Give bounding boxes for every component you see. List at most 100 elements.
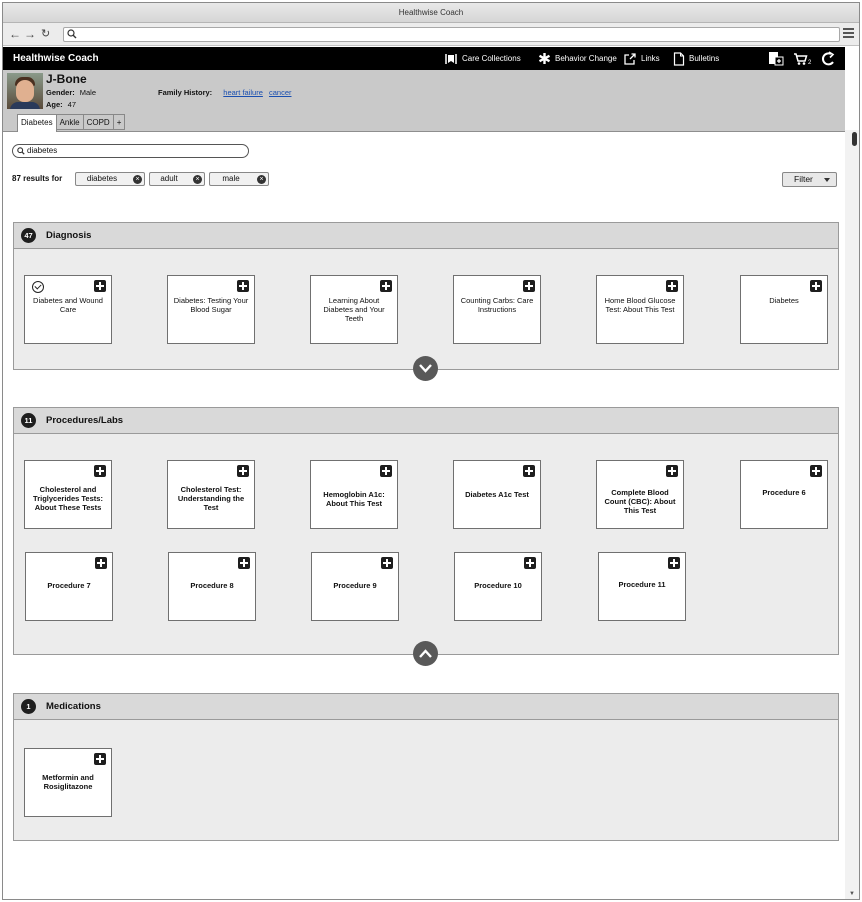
cart-icon: [794, 52, 808, 65]
reload-icon[interactable]: ↻: [41, 27, 50, 41]
add-icon[interactable]: [524, 557, 536, 569]
tab-copd[interactable]: COPD: [82, 114, 114, 130]
content-card[interactable]: Diabetes and Wound Care: [24, 275, 112, 344]
document-icon: [673, 51, 685, 66]
count-badge: 47: [21, 228, 36, 243]
add-tab-button[interactable]: +: [112, 114, 126, 130]
family-history-link-heart-failure[interactable]: heart failure: [223, 88, 263, 97]
gender-label: Gender:: [46, 88, 75, 97]
checkmark-icon: [32, 281, 44, 293]
chevron-down-icon: [419, 364, 432, 373]
nav-behavior-change[interactable]: Behavior Change: [538, 51, 617, 66]
collapse-button[interactable]: [413, 641, 438, 666]
filter-dropdown[interactable]: Filter: [782, 172, 837, 187]
family-history-link-cancer[interactable]: cancer: [269, 88, 292, 97]
add-icon[interactable]: [238, 557, 250, 569]
add-icon[interactable]: [523, 280, 535, 292]
add-icon[interactable]: [380, 465, 392, 477]
content-card[interactable]: Home Blood Glucose Test: About This Test: [596, 275, 684, 344]
filter-chip-adult: adult ×: [149, 172, 205, 186]
print-button[interactable]: [768, 51, 784, 66]
content-card[interactable]: Procedure 8: [168, 552, 256, 621]
patient-header: J-Bone Gender: Male Age: 47 Family History…: [3, 70, 845, 132]
content-card[interactable]: Cholesterol Test: Understanding the Test: [167, 460, 255, 529]
scroll-down-arrow-icon[interactable]: ▼: [849, 891, 855, 897]
content-card[interactable]: Procedure 6: [740, 460, 828, 529]
back-arrow-icon[interactable]: ←: [9, 27, 21, 41]
brand-title: Healthwise Coach: [13, 53, 99, 64]
content-card[interactable]: Procedure 7: [25, 552, 113, 621]
filter-chip-male: male ×: [209, 172, 269, 186]
section-header[interactable]: 47 Diagnosis: [14, 223, 838, 249]
nav-links[interactable]: Links: [623, 51, 660, 66]
cart-button[interactable]: 2: [793, 51, 811, 66]
card-title: Procedure 11: [618, 580, 666, 589]
age-label: Age:: [46, 100, 63, 109]
nav-bulletins[interactable]: Bulletins: [673, 51, 719, 66]
section-header[interactable]: 11 Procedures/Labs: [14, 408, 838, 434]
search-input[interactable]: diabetes: [12, 144, 249, 158]
nav-label: Links: [641, 54, 660, 63]
patient-gender: Gender: Male: [46, 88, 96, 97]
add-icon[interactable]: [380, 280, 392, 292]
card-title: Procedure 6: [762, 488, 806, 497]
tab-diabetes[interactable]: Diabetes: [17, 114, 57, 132]
add-icon[interactable]: [381, 557, 393, 569]
add-icon[interactable]: [810, 465, 822, 477]
add-icon[interactable]: [810, 280, 822, 292]
add-icon[interactable]: [668, 557, 680, 569]
content-card[interactable]: Procedure 10: [454, 552, 542, 621]
patient-age: Age: 47: [46, 100, 76, 109]
content-card[interactable]: Hemoglobin A1c: About This Test: [310, 460, 398, 529]
browser-menu-icon[interactable]: [843, 28, 854, 40]
content-card[interactable]: Diabetes A1c Test: [453, 460, 541, 529]
nav-label: Behavior Change: [555, 54, 617, 63]
content-card[interactable]: Counting Carbs: Care Instructions: [453, 275, 541, 344]
count-badge: 1: [21, 699, 36, 714]
add-icon[interactable]: [95, 557, 107, 569]
add-icon[interactable]: [666, 280, 678, 292]
card-title: Cholesterol and Triglycerides Tests: Abo…: [33, 485, 103, 512]
chip-label: adult: [160, 174, 178, 183]
remove-chip-icon[interactable]: ×: [257, 175, 266, 184]
expand-button[interactable]: [413, 356, 438, 381]
section-diagnosis: 47 Diagnosis Diabetes and Wound Care Dia…: [13, 222, 839, 370]
forward-arrow-icon[interactable]: →: [24, 27, 36, 41]
add-icon[interactable]: [94, 280, 106, 292]
remove-chip-icon[interactable]: ×: [133, 175, 142, 184]
window-title: Healthwise Coach: [3, 3, 859, 23]
section-header[interactable]: 1 Medications: [14, 694, 838, 720]
tab-ankle[interactable]: Ankle: [55, 114, 84, 130]
content-card[interactable]: Metformin and Rosiglitazone: [24, 748, 112, 817]
section-medications: 1 Medications Metformin and Rosiglitazon…: [13, 693, 839, 841]
content-card[interactable]: Diabetes: [740, 275, 828, 344]
gender-value: Male: [79, 88, 97, 97]
add-icon[interactable]: [94, 465, 106, 477]
nav-care-collections[interactable]: Care Collections: [444, 51, 521, 66]
add-icon[interactable]: [666, 465, 678, 477]
content-card[interactable]: Diabetes: Testing Your Blood Sugar: [167, 275, 255, 344]
scrollbar-thumb[interactable]: [852, 132, 857, 146]
chip-label: diabetes: [86, 174, 118, 183]
add-icon[interactable]: [237, 280, 249, 292]
refresh-button[interactable]: [821, 51, 837, 66]
refresh-arrow-icon: [821, 51, 835, 66]
url-bar[interactable]: [63, 27, 840, 42]
count-badge: 11: [21, 413, 36, 428]
card-title: Diabetes A1c Test: [465, 490, 529, 499]
content-card[interactable]: Learning About Diabetes and Your Teeth: [310, 275, 398, 344]
add-icon[interactable]: [94, 753, 106, 765]
add-icon[interactable]: [523, 465, 535, 477]
behavior-change-icon: [538, 53, 551, 64]
nav-label: Care Collections: [462, 54, 521, 63]
card-title: Procedure 9: [333, 581, 377, 590]
remove-chip-icon[interactable]: ×: [193, 175, 202, 184]
scrollbar[interactable]: [845, 130, 859, 899]
content-card[interactable]: Cholesterol and Triglycerides Tests: Abo…: [24, 460, 112, 529]
content-card[interactable]: Complete Blood Count (CBC): About This T…: [596, 460, 684, 529]
content-card[interactable]: Procedure 9: [311, 552, 399, 621]
content-card[interactable]: Procedure 11: [598, 552, 686, 621]
add-icon[interactable]: [237, 465, 249, 477]
card-title: Learning About Diabetes and Your Teeth: [323, 296, 385, 323]
card-title: Diabetes: Testing Your Blood Sugar: [173, 296, 249, 314]
